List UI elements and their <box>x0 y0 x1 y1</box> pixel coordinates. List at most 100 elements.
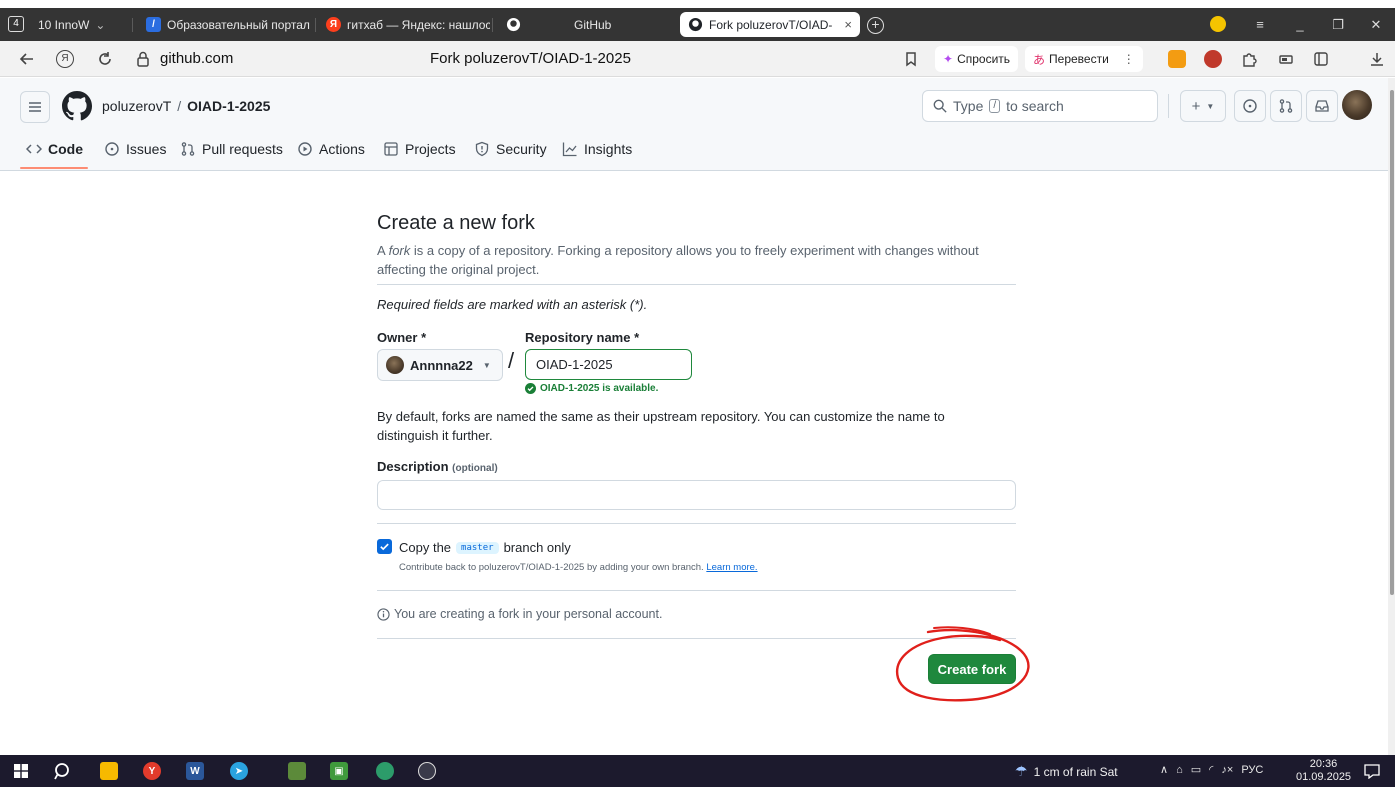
tab-counter[interactable]: 4 <box>8 16 24 32</box>
close-icon[interactable]: × <box>844 17 852 32</box>
user-avatar[interactable] <box>1342 90 1372 120</box>
steam-icon[interactable] <box>418 762 436 780</box>
taskbar-search-icon[interactable] <box>54 762 72 780</box>
inbox-button[interactable] <box>1306 90 1338 122</box>
copy-branch-checkbox[interactable] <box>377 539 392 554</box>
create-new-button[interactable]: + ▼ <box>1180 90 1226 122</box>
tab-issues[interactable]: Issues <box>104 141 166 157</box>
github-icon <box>506 17 521 32</box>
divider <box>377 523 1016 524</box>
clock[interactable]: 20:36 01.09.2025 <box>1296 758 1351 784</box>
more-icon[interactable]: ⋮ <box>1123 52 1135 66</box>
description-label: Description (optional) <box>377 459 498 474</box>
issue-circle-icon <box>105 142 119 156</box>
tab-security[interactable]: Security <box>474 141 547 157</box>
triangle-down-icon: ▼ <box>482 360 491 370</box>
puzzle-icon[interactable] <box>1240 50 1258 68</box>
address-bar: Я github.com Fork poluzerovT/OIAD-1-2025… <box>0 41 1395 77</box>
tab-label: Fork poluzerovT/OIAD- <box>709 17 833 32</box>
new-tab-plus-icon[interactable]: + <box>867 17 884 34</box>
repo-link[interactable]: OIAD-1-2025 <box>187 98 270 114</box>
yandex-icon: Я <box>326 17 341 32</box>
yandex-browser-icon[interactable]: Y <box>143 762 161 780</box>
url-page-title[interactable]: Fork poluzerovT/OIAD-1-2025 <box>430 50 631 67</box>
network-icon[interactable]: ⌂ <box>1176 764 1183 776</box>
ask-button[interactable]: ✦ Спросить <box>935 46 1019 72</box>
creeper-icon[interactable]: ▣ <box>330 762 348 780</box>
owner-link[interactable]: poluzerovT <box>102 98 171 114</box>
file-explorer-icon[interactable] <box>100 762 118 780</box>
availability-message: OIAD-1-2025 is available. <box>525 383 658 394</box>
info-icon <box>377 607 390 621</box>
tab-panel-icon[interactable] <box>1312 50 1330 68</box>
tab-label: гитхаб — Яндекс: нашлос <box>347 17 490 32</box>
shield-icon <box>475 141 489 157</box>
chevron-up-icon[interactable]: ∧ <box>1160 763 1168 776</box>
restore-icon[interactable]: ❐ <box>1328 16 1348 34</box>
description-input[interactable] <box>377 480 1016 510</box>
translate-button[interactable]: あ Перевести ⋮ <box>1025 46 1143 72</box>
tab-github-pinned[interactable] <box>498 12 532 37</box>
minecraft-icon[interactable] <box>288 762 306 780</box>
bug-extension-icon[interactable] <box>1204 50 1222 68</box>
tab-pull-requests-label: Pull requests <box>202 141 283 157</box>
learn-more-link[interactable]: Learn more. <box>706 562 757 573</box>
back-arrow-icon[interactable] <box>18 50 36 68</box>
notifications-icon[interactable] <box>1364 764 1380 779</box>
battery-icon[interactable] <box>1278 50 1296 68</box>
search-placeholder-after: to search <box>1006 98 1064 114</box>
reload-icon[interactable] <box>96 50 114 68</box>
tab-github[interactable]: GitHub <box>558 12 668 37</box>
tab-issues-label: Issues <box>126 141 167 157</box>
tab-fork-active[interactable]: Fork poluzerovT/OIAD- × <box>680 12 860 37</box>
menu-icon[interactable]: ≡ <box>1250 16 1270 34</box>
owner-select[interactable]: Annnna22 ▼ <box>377 349 503 381</box>
pull-request-icon <box>1279 99 1293 113</box>
repo-name-input[interactable]: OIAD-1-2025 <box>525 349 692 380</box>
tab-innow[interactable]: 10 InnoW ⌄ <box>30 12 130 37</box>
hamburger-menu-button[interactable] <box>20 91 50 123</box>
yandex-home-icon[interactable]: Я <box>56 50 74 68</box>
url-domain[interactable]: github.com <box>160 50 233 67</box>
bookmark-icon[interactable] <box>902 50 920 68</box>
tab-separator <box>492 18 493 32</box>
profile-icon[interactable] <box>1210 16 1226 32</box>
tab-actions[interactable]: Actions <box>297 141 365 157</box>
tab-projects[interactable]: Projects <box>383 141 456 157</box>
tab-code[interactable]: Code <box>26 141 83 157</box>
personal-note-text: You are creating a fork in your personal… <box>394 607 663 621</box>
intro-part: A <box>377 243 385 258</box>
windows-start-icon[interactable] <box>14 764 28 778</box>
windows-taskbar: Y W ➤ ▣ ☂ 1 cm of rain Sat ∧ ⌂ ▭ ◜ ♪× РУ… <box>0 755 1395 787</box>
green-app-icon[interactable] <box>376 762 394 780</box>
battery-icon[interactable]: ▭ <box>1191 763 1201 776</box>
lock-icon[interactable] <box>134 50 152 68</box>
weather-widget[interactable]: ☂ 1 cm of rain Sat <box>1015 763 1118 780</box>
tab-actions-label: Actions <box>319 141 365 157</box>
telegram-icon[interactable]: ➤ <box>230 762 248 780</box>
copy-text-a: Copy the <box>399 540 452 555</box>
word-icon[interactable]: W <box>186 762 204 780</box>
translate-icon: あ <box>1033 52 1046 67</box>
tab-pull-requests[interactable]: Pull requests <box>180 141 283 157</box>
check-circle-icon <box>525 383 536 394</box>
shield-extension-icon[interactable] <box>1168 50 1186 68</box>
download-icon[interactable] <box>1368 50 1386 68</box>
search-input[interactable]: Type / to search <box>922 90 1158 122</box>
tab-yandex-search[interactable]: Я гитхаб — Яндекс: нашлос <box>318 12 490 37</box>
language-indicator[interactable]: РУС <box>1241 764 1263 776</box>
header-divider <box>1168 94 1169 118</box>
tab-edu-portal[interactable]: / Образовательный портал <box>138 12 313 37</box>
tab-label: 10 InnoW <box>38 17 90 32</box>
create-fork-button[interactable]: Create fork <box>928 654 1016 684</box>
github-logo-icon[interactable] <box>62 91 92 121</box>
window-close-icon[interactable]: ✕ <box>1366 16 1386 34</box>
scrollbar-thumb[interactable] <box>1390 90 1394 595</box>
tab-insights[interactable]: Insights <box>562 141 632 157</box>
volume-icon[interactable]: ♪× <box>1221 764 1233 776</box>
tab-label: Образовательный портал <box>167 17 310 32</box>
wifi-icon[interactable]: ◜ <box>1209 763 1213 776</box>
minimize-icon[interactable]: _ <box>1290 16 1310 34</box>
issues-button[interactable] <box>1234 90 1266 122</box>
pull-requests-button[interactable] <box>1270 90 1302 122</box>
